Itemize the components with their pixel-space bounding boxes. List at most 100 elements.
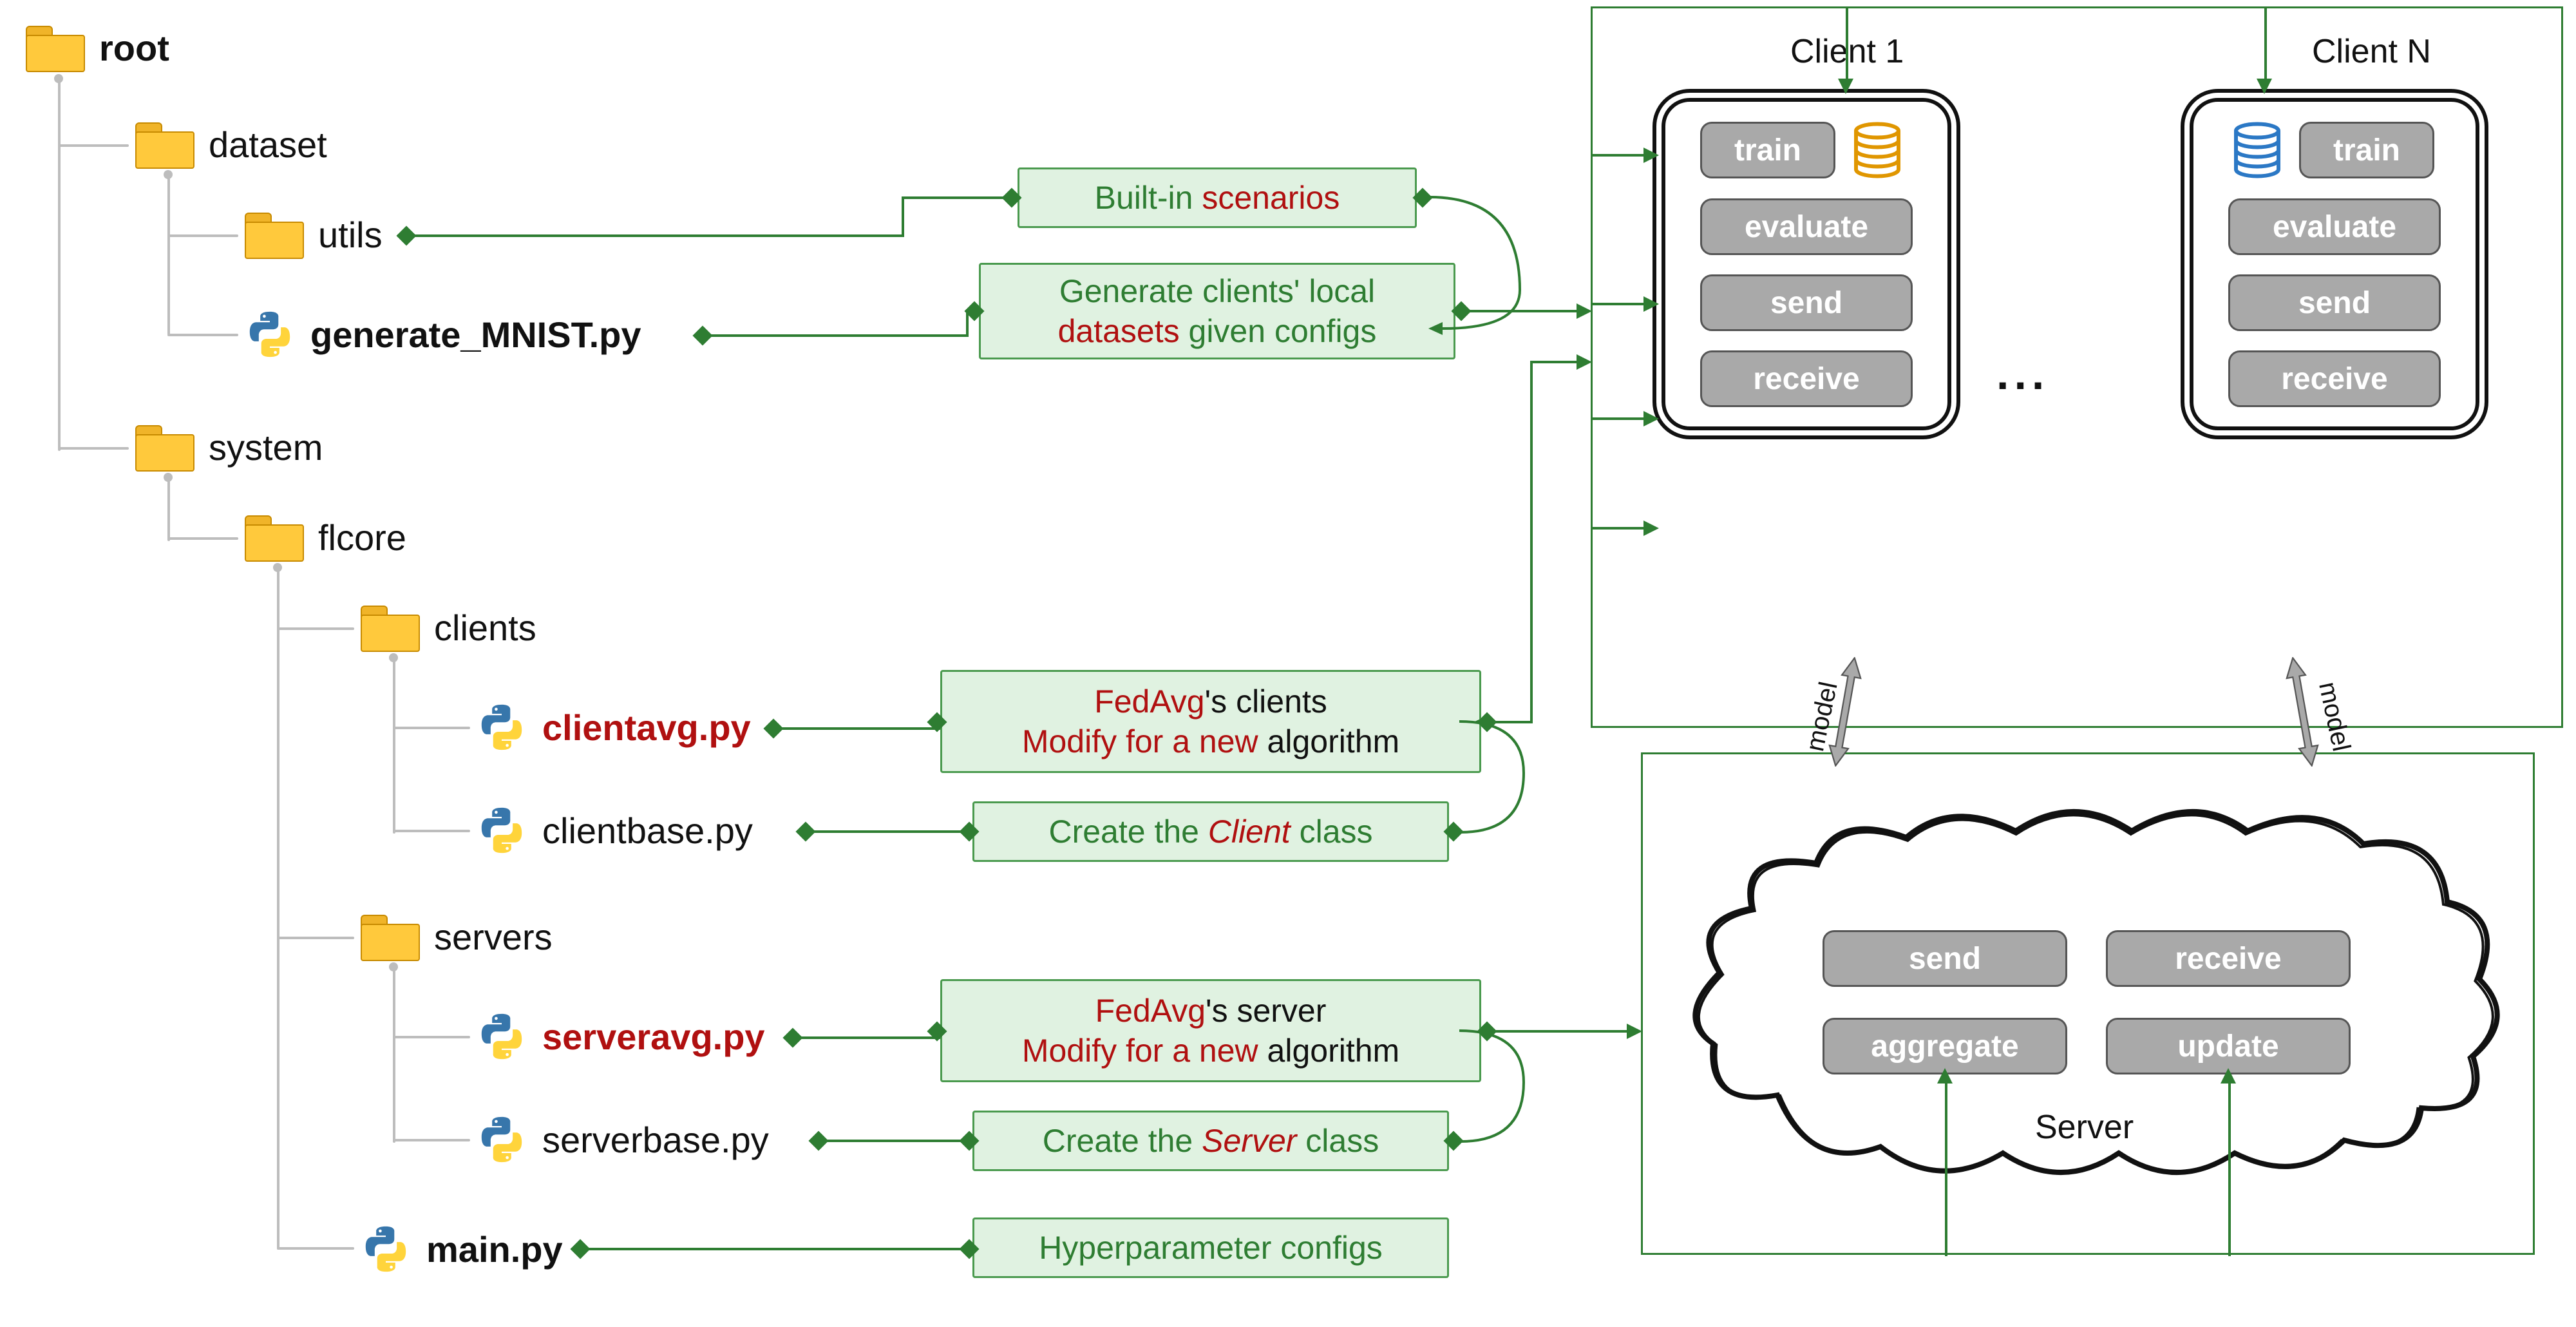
tree-connector: [393, 966, 395, 1143]
folder-icon: [245, 213, 303, 256]
tree-connector: [167, 477, 170, 541]
connector-line: [1592, 154, 1643, 157]
node-clientbase: clientbase.py: [477, 805, 753, 855]
send-button: send: [1700, 274, 1913, 331]
tree-connector: [273, 563, 282, 572]
desc-text: Modify for a new: [1022, 1033, 1267, 1069]
arrow-head: [1643, 148, 1667, 163]
node-root: root: [26, 26, 169, 70]
label-generate-mnist: generate_MNIST.py: [310, 314, 641, 356]
desc-main: Hyperparameter configs: [972, 1217, 1449, 1278]
label-root: root: [99, 27, 169, 69]
tree-connector: [277, 937, 354, 939]
folder-icon: [361, 606, 419, 649]
node-serveravg: serveravg.py: [477, 1011, 765, 1062]
connector-line: [902, 196, 1018, 199]
python-icon: [477, 805, 527, 855]
desc-text: Hyperparameter configs: [1039, 1228, 1383, 1268]
node-system: system: [135, 425, 323, 469]
connector-line: [708, 334, 966, 337]
desc-text: 's clients: [1205, 683, 1327, 720]
node-dataset: dataset: [135, 122, 327, 166]
desc-text: Client: [1208, 814, 1291, 850]
arrow-head: [1643, 296, 1667, 312]
folder-icon: [135, 122, 193, 166]
tree-connector: [393, 830, 470, 832]
connector-line: [811, 830, 972, 833]
server-label: Server: [2035, 1108, 2134, 1147]
connector-line: [1592, 417, 1643, 420]
desc-text: Server: [1202, 1123, 1296, 1159]
tree-connector: [167, 334, 238, 336]
ellipsis: ...: [1996, 348, 2049, 399]
evaluate-button: evaluate: [2228, 198, 2441, 255]
connector-line: [779, 727, 940, 730]
desc-text: Generate clients' local: [1059, 271, 1375, 312]
tree-connector: [58, 144, 129, 147]
label-clients: clients: [434, 607, 536, 649]
tree-connector: [389, 962, 398, 971]
label-flcore: flcore: [318, 517, 406, 558]
curved-connector: [1417, 187, 1610, 380]
label-dataset: dataset: [209, 124, 327, 166]
tree-connector: [277, 567, 279, 1250]
python-icon: [245, 309, 295, 359]
desc-text: given configs: [1180, 313, 1377, 349]
server-update-button: update: [2106, 1018, 2351, 1074]
train-button: train: [2299, 122, 2434, 178]
node-flcore: flcore: [245, 515, 406, 559]
connector-line: [1530, 361, 1533, 723]
connector-line: [824, 1140, 972, 1142]
connector-line: [412, 234, 902, 237]
desc-text: Built-in: [1095, 180, 1202, 216]
desc-text: class: [1291, 814, 1373, 850]
node-servers: servers: [361, 915, 553, 959]
connector-line: [799, 1036, 940, 1039]
tree-connector: [167, 537, 238, 540]
database-icon: [2228, 121, 2286, 179]
send-button: send: [2228, 274, 2441, 331]
tree-connector: [58, 447, 129, 450]
tree-connector: [164, 473, 173, 482]
label-servers: servers: [434, 916, 553, 958]
node-main: main.py: [361, 1224, 563, 1274]
server-receive-button: receive: [2106, 930, 2351, 987]
node-serverbase: serverbase.py: [477, 1114, 769, 1165]
desc-text: Modify for a new: [1022, 723, 1267, 759]
connector-line: [1492, 1030, 1627, 1033]
arrow-head: [2221, 1068, 2236, 1084]
connector-line: [1467, 310, 1577, 312]
desc-text: class: [1296, 1123, 1379, 1159]
label-clientavg: clientavg.py: [542, 707, 751, 749]
python-icon: [361, 1224, 411, 1274]
desc-text: Create the: [1043, 1123, 1202, 1159]
folder-icon: [245, 515, 303, 559]
tree-connector: [54, 74, 63, 83]
folder-icon: [361, 915, 419, 959]
connector-line: [2228, 1082, 2231, 1256]
desc-serverbase: Create the Server class: [972, 1111, 1449, 1171]
folder-icon: [26, 26, 84, 70]
node-clientavg: clientavg.py: [477, 702, 751, 752]
evaluate-button: evaluate: [1700, 198, 1913, 255]
connector-line: [902, 196, 904, 237]
tree-connector: [277, 627, 354, 630]
curved-connector: [1453, 1018, 1595, 1160]
node-clients: clients: [361, 606, 536, 649]
tree-connector: [277, 1247, 354, 1250]
tree-connector: [393, 1139, 470, 1141]
tree-connector: [393, 727, 470, 729]
desc-text: algorithm: [1267, 1033, 1400, 1069]
connector-line: [1530, 361, 1577, 363]
server-send-button: send: [1823, 930, 2067, 987]
connector-line: [1945, 1082, 1947, 1256]
database-icon: [1848, 121, 1906, 179]
node-generate-mnist: generate_MNIST.py: [245, 309, 641, 359]
node-utils: utils: [245, 213, 383, 256]
clientN-label: Client N: [2312, 32, 2431, 71]
desc-text: 's server: [1206, 993, 1326, 1029]
desc-text: scenarios: [1202, 180, 1340, 216]
label-system: system: [209, 426, 323, 468]
desc-text: datasets: [1058, 313, 1180, 349]
python-icon: [477, 1114, 527, 1165]
